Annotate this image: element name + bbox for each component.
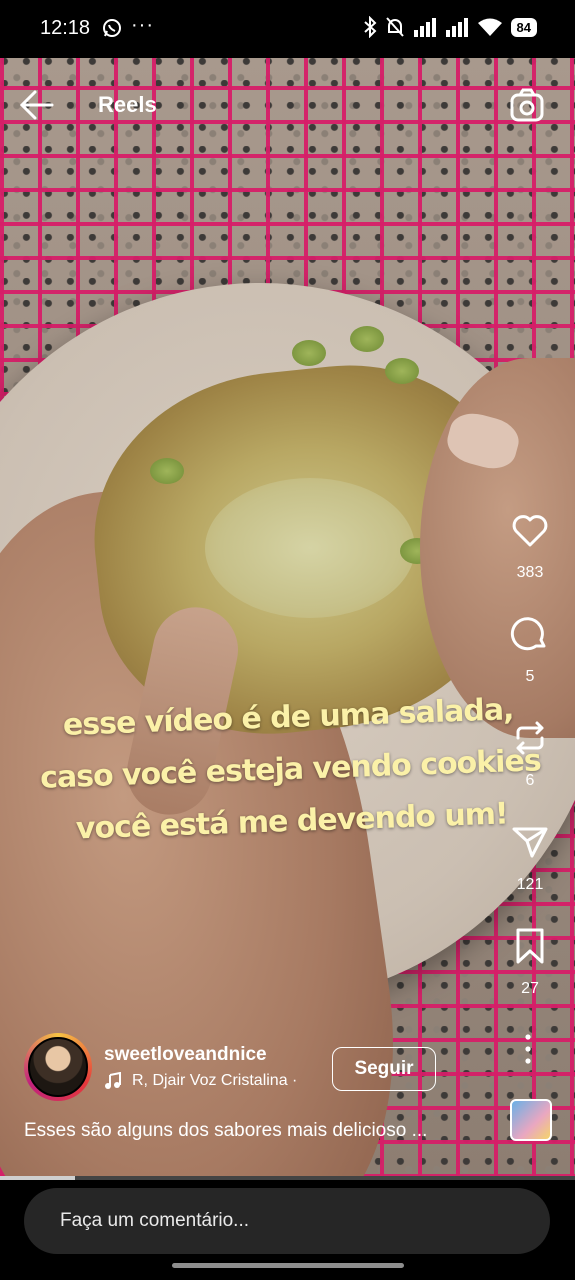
heart-icon (512, 515, 548, 547)
repost-button[interactable]: 6 (498, 718, 562, 822)
reel-video[interactable] (0, 58, 575, 1178)
music-note-icon (105, 1072, 121, 1089)
arrow-left-icon[interactable] (18, 88, 56, 122)
home-indicator (172, 1263, 404, 1268)
like-button[interactable]: 383 (498, 510, 562, 614)
repost-icon (516, 721, 544, 755)
whatsapp-icon (103, 19, 121, 37)
share-count: 121 (516, 876, 544, 893)
pistachio (385, 358, 419, 384)
status-more-dots: ··· (131, 14, 154, 36)
pistachio (292, 340, 326, 366)
share-button[interactable]: 121 (498, 822, 562, 926)
save-count: 27 (521, 980, 539, 997)
cookie-filling (205, 478, 415, 618)
status-icons: 84 (363, 16, 537, 38)
like-count: 383 (516, 564, 544, 581)
follow-button[interactable]: Seguir (332, 1047, 436, 1091)
video-progress-bar[interactable] (0, 1176, 575, 1180)
paper-plane-icon (512, 827, 548, 858)
comment-input[interactable]: Faça um comentário... (60, 1210, 249, 1232)
camera-icon[interactable] (509, 88, 545, 124)
reels-header: Reels (0, 78, 575, 134)
comment-bubble-icon (510, 617, 546, 651)
bookmark-icon (516, 928, 544, 964)
signal-icon (413, 18, 436, 37)
status-time: 12:18 (40, 17, 91, 39)
battery-indicator: 84 (510, 17, 537, 37)
wifi-icon (477, 18, 502, 36)
avatar (28, 1037, 88, 1097)
repost-count: 6 (525, 772, 535, 789)
bluetooth-icon (363, 16, 376, 38)
muted-bell-icon (385, 17, 404, 37)
signal-icon-2 (445, 18, 468, 37)
comment-button[interactable]: 5 (498, 614, 562, 718)
post-caption[interactable]: Esses são alguns dos sabores mais delici… (24, 1120, 427, 1142)
more-vertical-icon[interactable] (520, 1032, 536, 1066)
status-bar: 12:18 ··· 84 (0, 0, 575, 58)
video-overlay-text: esse vídeo é de uma salada, caso você es… (37, 683, 542, 856)
comment-count: 5 (525, 668, 535, 685)
comment-bar[interactable]: Faça um comentário... (24, 1188, 550, 1254)
page-title: Reels (98, 92, 157, 117)
action-rail: 383 5 6 121 27 (498, 510, 562, 1030)
audio-info[interactable]: R, Djair Voz Cristalina · (104, 1072, 297, 1090)
video-progress-fill (0, 1176, 75, 1180)
audio-thumbnail[interactable] (510, 1099, 552, 1141)
save-button[interactable]: 27 (498, 926, 562, 1030)
pistachio (150, 458, 184, 484)
username[interactable]: sweetloveandnice (104, 1044, 267, 1066)
audio-title: R, Djair Voz Cristalina · (132, 1072, 298, 1089)
pistachio (350, 326, 384, 352)
avatar-story-ring[interactable] (24, 1033, 92, 1101)
